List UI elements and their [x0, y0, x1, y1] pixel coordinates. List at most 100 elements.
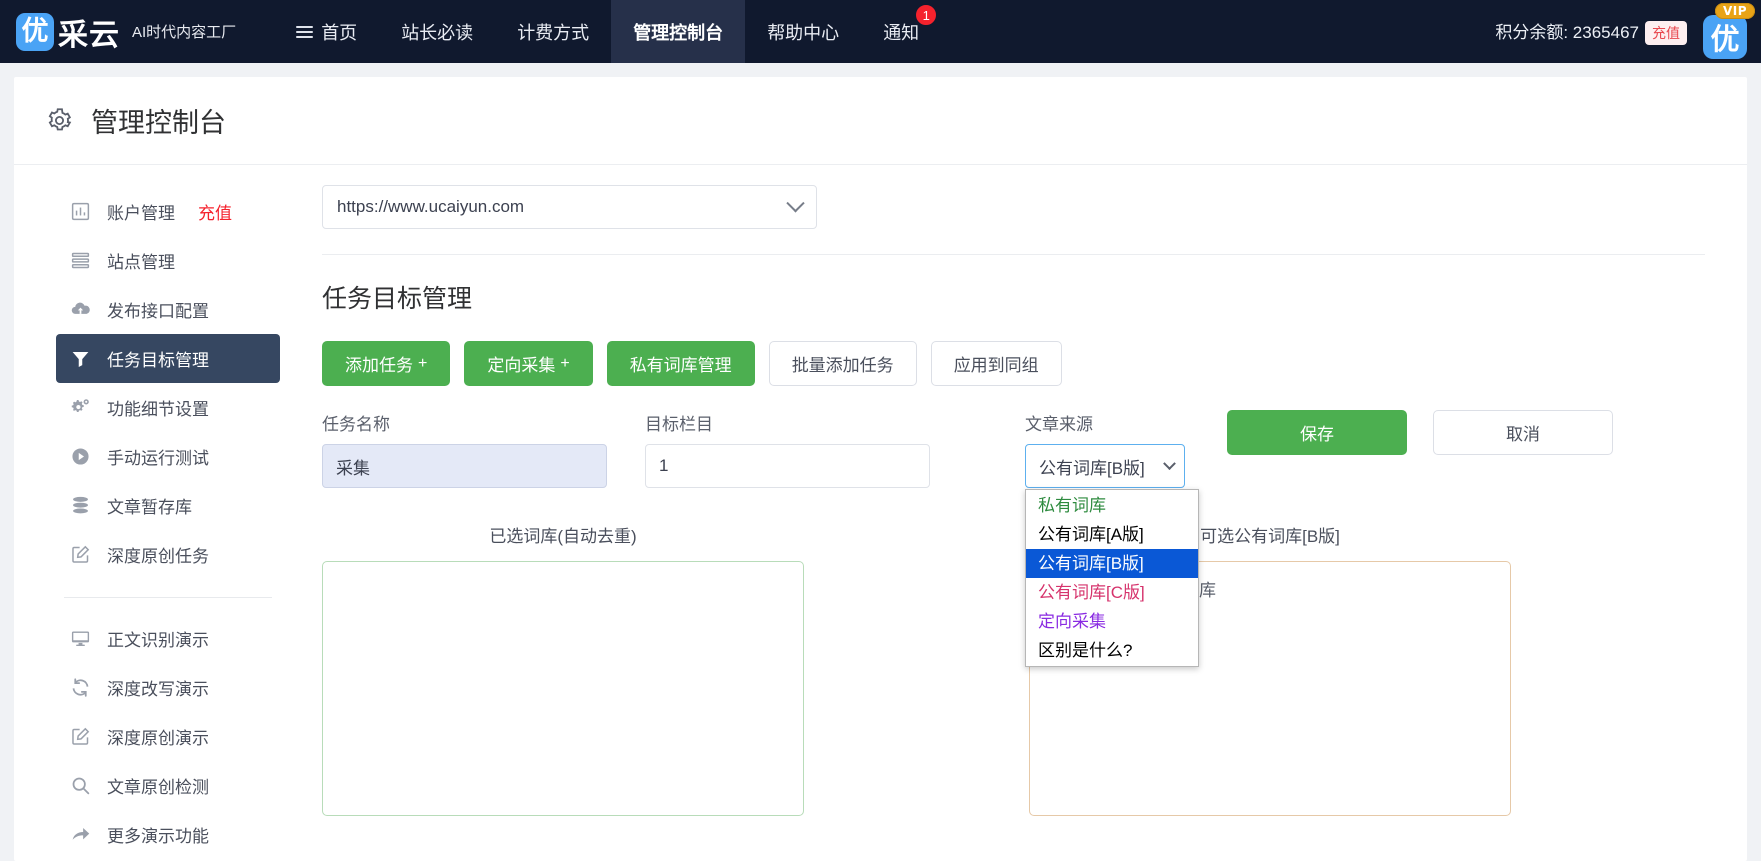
- console-card: 管理控制台 账户管理 充值 站点管理 发布接口配置 任务目标管理 功能细节设置 …: [14, 77, 1747, 861]
- sidebar-item-task-target-label: 任务目标管理: [107, 351, 209, 370]
- credit-balance: 积分余额: 2365467 充值: [1495, 18, 1687, 45]
- card-body: 账户管理 充值 站点管理 发布接口配置 任务目标管理 功能细节设置 手动运行测试…: [14, 165, 1747, 859]
- selected-lexicon-column: 已选词库(自动去重): [322, 522, 804, 816]
- filter-icon: [70, 348, 91, 369]
- top-navigation-bar: 优 采云 AI时代内容工厂 首页 站长必读 计费方式 管理控制台 帮助中心 通知…: [0, 0, 1761, 63]
- page-title: 管理控制台: [91, 108, 226, 138]
- sidebar-item-originality-check-label: 文章原创检测: [107, 778, 209, 797]
- arrow-right-icon: [70, 824, 91, 845]
- sidebar-item-article-store-label: 文章暂存库: [107, 498, 192, 517]
- private-lexicon-button[interactable]: 私有词库管理: [606, 341, 755, 386]
- nav-item-webmaster-guide-label: 站长必读: [401, 22, 474, 43]
- add-task-button-label: 添加任务: [345, 356, 413, 375]
- hamburger-icon: [296, 23, 314, 41]
- cloud-upload-icon: [70, 299, 91, 320]
- sidebar-item-manual-test[interactable]: 手动运行测试: [56, 432, 280, 481]
- sidebar-item-original-demo-label: 深度原创演示: [107, 729, 209, 748]
- monitor-icon: [70, 628, 91, 649]
- form-action-buttons: 保存 取消: [1227, 410, 1613, 455]
- sidebar-item-publish-api-label: 发布接口配置: [107, 302, 209, 321]
- nav-item-home[interactable]: 首页: [274, 0, 379, 63]
- targeted-collect-button[interactable]: 定向采集 +: [464, 341, 593, 386]
- dropdown-option-public-a[interactable]: 公有词库[A版]: [1026, 520, 1198, 549]
- gear-icon: [46, 107, 73, 134]
- nav-item-help-center[interactable]: 帮助中心: [745, 0, 861, 63]
- targeted-collect-plus-icon: +: [560, 354, 570, 372]
- main-nav-items: 首页 站长必读 计费方式 管理控制台 帮助中心 通知 1: [274, 0, 941, 63]
- sidebar-item-rewrite-demo[interactable]: 深度改写演示: [56, 663, 280, 712]
- apply-to-group-button-label: 应用到同组: [953, 356, 1039, 375]
- edit-square-icon: [70, 544, 91, 565]
- article-source-select-display[interactable]: 公有词库[B版]: [1025, 444, 1185, 488]
- sidebar-item-deep-original-task[interactable]: 深度原创任务: [56, 530, 280, 579]
- article-source-select[interactable]: 公有词库[B版] 私有词库 公有词库[A版] 公有词库[B版] 公有词库[C版]…: [1025, 444, 1199, 667]
- notification-count-badge: 1: [915, 4, 938, 26]
- user-avatar-wrap[interactable]: VIP 优: [1699, 2, 1755, 61]
- brand-logo[interactable]: 优 采云: [16, 10, 120, 54]
- selected-lexicon-box[interactable]: [322, 561, 804, 816]
- task-name-field-group: 任务名称: [322, 410, 607, 488]
- article-source-dropdown[interactable]: 私有词库 公有词库[A版] 公有词库[B版] 公有词库[C版] 定向采集 区别是…: [1025, 489, 1199, 667]
- sidebar-item-rewrite-demo-label: 深度改写演示: [107, 680, 209, 699]
- dropdown-option-public-b[interactable]: 公有词库[B版]: [1026, 549, 1198, 578]
- site-url-select[interactable]: https://www.ucaiyun.com: [322, 185, 817, 229]
- sidebar-item-account[interactable]: 账户管理 充值: [56, 187, 280, 236]
- sidebar: 账户管理 充值 站点管理 发布接口配置 任务目标管理 功能细节设置 手动运行测试…: [14, 165, 304, 859]
- sidebar-item-account-recharge[interactable]: 充值: [198, 199, 232, 224]
- avatar: 优: [1703, 14, 1747, 59]
- sidebar-divider: [64, 597, 272, 598]
- section-title: 任务目标管理: [322, 285, 473, 313]
- targeted-collect-button-label: 定向采集: [487, 356, 556, 375]
- article-source-field-group: 文章来源 公有词库[B版] 私有词库 公有词库[A版] 公有词库[B版] 公有词…: [1025, 410, 1199, 667]
- sidebar-item-site-management[interactable]: 站点管理: [56, 236, 280, 285]
- target-column-input[interactable]: [645, 444, 930, 488]
- nav-item-home-label: 首页: [321, 22, 358, 43]
- dropdown-option-public-c[interactable]: 公有词库[C版]: [1026, 578, 1198, 607]
- dropdown-option-whats-difference[interactable]: 区别是什么?: [1026, 636, 1198, 665]
- sidebar-item-publish-api[interactable]: 发布接口配置: [56, 285, 280, 334]
- nav-item-pricing[interactable]: 计费方式: [495, 0, 611, 63]
- batch-add-task-button[interactable]: 批量添加任务: [768, 341, 917, 386]
- play-circle-icon: [70, 446, 91, 467]
- sidebar-item-content-detect-demo[interactable]: 正文识别演示: [56, 614, 280, 663]
- sidebar-item-more-demos[interactable]: 更多演示功能: [56, 810, 280, 859]
- edit-square-icon: [70, 726, 91, 747]
- batch-add-task-button-label: 批量添加任务: [791, 356, 894, 375]
- add-task-plus-icon: +: [418, 354, 428, 372]
- nav-item-webmaster-guide[interactable]: 站长必读: [379, 0, 495, 63]
- task-name-input[interactable]: [322, 444, 607, 488]
- private-lexicon-button-label: 私有词库管理: [629, 356, 732, 375]
- sidebar-item-manual-test-label: 手动运行测试: [107, 449, 209, 468]
- vip-badge: VIP: [1714, 2, 1755, 19]
- dropdown-option-targeted-collect[interactable]: 定向采集: [1026, 607, 1198, 636]
- apply-to-group-button[interactable]: 应用到同组: [930, 341, 1062, 386]
- sidebar-item-task-target[interactable]: 任务目标管理: [56, 334, 280, 383]
- sidebar-item-originality-check[interactable]: 文章原创检测: [56, 761, 280, 810]
- refresh-icon: [70, 677, 91, 698]
- sidebar-item-feature-settings[interactable]: 功能细节设置: [56, 383, 280, 432]
- save-button[interactable]: 保存: [1227, 410, 1407, 455]
- chevron-down-icon: [786, 193, 805, 212]
- page-container: 管理控制台 账户管理 充值 站点管理 发布接口配置 任务目标管理 功能细节设置 …: [0, 63, 1761, 861]
- dropdown-option-private-lexicon[interactable]: 私有词库: [1026, 491, 1198, 520]
- nav-item-help-center-label: 帮助中心: [767, 22, 840, 43]
- sidebar-item-site-management-label: 站点管理: [107, 253, 175, 272]
- article-source-selected-value: 公有词库[B版]: [1039, 458, 1145, 478]
- nav-item-console-label: 管理控制台: [633, 22, 724, 43]
- main-content: https://www.ucaiyun.com 任务目标管理 添加任务 + 定向…: [304, 165, 1747, 859]
- task-form-row: 任务名称 目标栏目 文章来源 公有词库[B版]: [322, 410, 1705, 667]
- cancel-button[interactable]: 取消: [1433, 410, 1613, 455]
- sidebar-item-content-detect-demo-label: 正文识别演示: [107, 631, 209, 650]
- nav-right-area: 积分余额: 2365467 充值 VIP 优: [1495, 2, 1761, 61]
- nav-item-notifications[interactable]: 通知 1: [861, 0, 941, 63]
- chevron-down-icon: [1163, 456, 1176, 470]
- add-task-button[interactable]: 添加任务 +: [322, 341, 451, 386]
- sidebar-item-original-demo[interactable]: 深度原创演示: [56, 712, 280, 761]
- brand-tagline: AI时代内容工厂: [132, 24, 237, 41]
- recharge-button[interactable]: 充值: [1645, 21, 1687, 45]
- target-column-label: 目标栏目: [645, 415, 713, 434]
- bar-chart-icon: [70, 201, 91, 222]
- sidebar-item-article-store[interactable]: 文章暂存库: [56, 481, 280, 530]
- action-button-row: 添加任务 + 定向采集 + 私有词库管理 批量添加任务 应用到同组: [322, 341, 1705, 386]
- nav-item-console[interactable]: 管理控制台: [611, 0, 746, 63]
